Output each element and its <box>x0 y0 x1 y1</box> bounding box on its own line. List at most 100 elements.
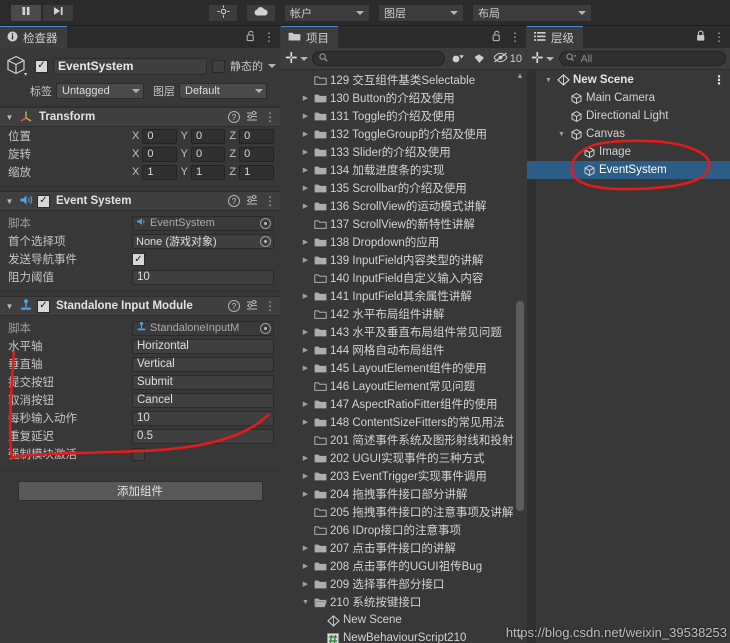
project-tree-row[interactable]: ▶ 139 InputField内容类型的讲解 <box>281 251 526 269</box>
expand-arrow-icon[interactable]: ▶ <box>300 454 311 462</box>
project-tree-row[interactable]: ▶ 202 UGUI实现事件的三种方式 <box>281 449 526 467</box>
scale-z-input[interactable]: 1 <box>239 164 275 180</box>
tab-project[interactable]: 项目 <box>281 26 338 48</box>
project-tree-row[interactable]: ▶ 133 Slider的介绍及使用 <box>281 143 526 161</box>
project-tree-row[interactable]: ▶ 209 选择事件部分接口 <box>281 575 526 593</box>
component-enabled-checkbox[interactable]: ✓ <box>37 299 50 313</box>
foldout-arrow-icon[interactable]: ▼ <box>4 113 15 122</box>
kebab-menu-icon[interactable]: ⋮ <box>713 31 725 43</box>
expand-arrow-icon[interactable]: ▶ <box>300 580 311 588</box>
rotation-y-input[interactable]: 0 <box>191 146 226 162</box>
project-tree-row[interactable]: ▶ 141 InputField其余属性讲解 <box>281 287 526 305</box>
project-tree-row[interactable]: ▶ 134 加载进度条的实现 <box>281 161 526 179</box>
cancel-button-input[interactable]: Cancel <box>132 392 274 408</box>
project-tree-row[interactable]: ▶ 148 ContentSizeFitters的常见用法 <box>281 413 526 431</box>
preset-icon[interactable] <box>246 110 258 125</box>
expand-arrow-icon[interactable]: ▶ <box>300 238 311 246</box>
repeat-delay-input[interactable]: 0.5 <box>132 428 274 444</box>
expand-arrow-icon[interactable]: ▶ <box>300 94 311 102</box>
expand-arrow-icon[interactable]: ▶ <box>300 112 311 120</box>
foldout-arrow-icon[interactable]: ▼ <box>4 302 15 311</box>
collapse-arrow-icon[interactable]: ▼ <box>543 77 554 84</box>
project-tree-row[interactable]: New Scene <box>281 611 526 629</box>
create-asset-button[interactable]: ✛ <box>285 51 308 66</box>
component-header-event-system[interactable]: ▼ ✓ Event System ? ⋮ <box>0 191 280 211</box>
lock-open-icon[interactable] <box>492 30 502 45</box>
kebab-menu-icon[interactable]: ⋮ <box>509 31 521 43</box>
add-component-button[interactable]: 添加组件 <box>17 481 263 501</box>
kebab-menu-icon[interactable]: ⋮ <box>264 300 276 312</box>
kebab-menu-icon[interactable]: ⋮ <box>713 74 725 86</box>
expand-arrow-icon[interactable]: ▶ <box>300 364 311 372</box>
project-asset-tree[interactable]: 129 交互组件基类Selectable ▶ 130 Button的介绍及使用 ▶ 13… <box>281 70 526 643</box>
project-tree-row[interactable]: ▶ 138 Dropdown的应用 <box>281 233 526 251</box>
hidden-assets-toggle[interactable]: 10 <box>493 52 522 66</box>
static-dropdown-chevron-icon[interactable] <box>268 64 276 68</box>
kebab-menu-icon[interactable]: ⋮ <box>264 195 276 207</box>
hierarchy-row[interactable]: Directional Light <box>527 107 730 125</box>
project-tree-row[interactable]: 137 ScrollView的新特性讲解 <box>281 215 526 233</box>
help-icon[interactable]: ? <box>228 300 240 312</box>
account-dropdown[interactable]: 帐户 <box>284 3 370 22</box>
force-module-active-checkbox[interactable] <box>132 447 145 461</box>
project-tree-row[interactable]: 129 交互组件基类Selectable <box>281 71 526 89</box>
expand-arrow-icon[interactable]: ▶ <box>300 346 311 354</box>
gameobject-enabled-checkbox[interactable]: ✓ <box>35 59 48 73</box>
lighting-button[interactable] <box>208 3 238 22</box>
scale-x-input[interactable]: 1 <box>142 164 177 180</box>
send-navigation-events-checkbox[interactable]: ✓ <box>132 252 145 266</box>
lock-open-icon[interactable] <box>246 30 256 45</box>
project-tree-row[interactable]: ▶ 132 ToggleGroup的介绍及使用 <box>281 125 526 143</box>
project-tree-row[interactable]: ▶ 204 拖拽事件接口部分讲解 <box>281 485 526 503</box>
pause-button[interactable] <box>10 3 42 22</box>
foldout-arrow-icon[interactable]: ▼ <box>4 197 15 206</box>
submit-button-input[interactable]: Submit <box>132 374 274 390</box>
expand-arrow-icon[interactable]: ▶ <box>300 148 311 156</box>
project-tree-row[interactable]: ▶ 136 ScrollView的运动模式讲解 <box>281 197 526 215</box>
hierarchy-row[interactable]: ▼ Canvas <box>527 125 730 143</box>
drag-threshold-input[interactable]: 10 <box>132 269 274 285</box>
project-tree-row[interactable]: 146 LayoutElement常见问题 <box>281 377 526 395</box>
expand-arrow-icon[interactable]: ▶ <box>300 130 311 138</box>
project-scrollbar[interactable]: ▲ ▼ <box>515 72 525 641</box>
project-tree-row[interactable]: 205 拖拽事件接口的注意事项及讲解 <box>281 503 526 521</box>
collapse-arrow-icon[interactable]: ▼ <box>556 131 567 138</box>
tag-dropdown[interactable]: Untagged <box>56 83 144 99</box>
object-picker-icon[interactable] <box>260 217 271 229</box>
project-tree-row[interactable]: ▶ 203 EventTrigger实现事件调用 <box>281 467 526 485</box>
expand-arrow-icon[interactable]: ▶ <box>300 256 311 264</box>
object-picker-icon[interactable] <box>260 322 271 334</box>
expand-arrow-icon[interactable]: ▶ <box>300 292 311 300</box>
lock-closed-icon[interactable] <box>696 30 706 45</box>
project-tree-row[interactable]: ▶ 147 AspectRatioFitter组件的使用 <box>281 395 526 413</box>
hierarchy-row-selected[interactable]: EventSystem <box>527 161 730 179</box>
expand-arrow-icon[interactable]: ▶ <box>300 472 311 480</box>
expand-arrow-icon[interactable]: ▶ <box>300 328 311 336</box>
vertical-axis-input[interactable]: Vertical <box>132 356 274 372</box>
project-tree-row[interactable]: ▶ 131 Toggle的介绍及使用 <box>281 107 526 125</box>
project-tree-row[interactable]: ▶ 207 点击事件接口的讲解 <box>281 539 526 557</box>
position-z-input[interactable]: 0 <box>239 128 275 144</box>
expand-arrow-icon[interactable]: ▶ <box>300 418 311 426</box>
expand-arrow-icon[interactable]: ▶ <box>300 166 311 174</box>
object-picker-icon[interactable] <box>260 235 271 247</box>
project-tree-row[interactable]: ▶ 143 水平及垂直布局组件常见问题 <box>281 323 526 341</box>
input-actions-per-second-input[interactable]: 10 <box>132 410 274 426</box>
kebab-menu-icon[interactable]: ⋮ <box>264 111 276 123</box>
static-checkbox[interactable] <box>212 59 225 73</box>
project-tree-row[interactable]: ▼ 210 系统按键接口 <box>281 593 526 611</box>
filter-type-icon[interactable] <box>449 53 467 65</box>
position-x-input[interactable]: 0 <box>142 128 177 144</box>
scale-y-input[interactable]: 1 <box>191 164 226 180</box>
hierarchy-row[interactable]: ▼ New Scene ⋮ <box>527 71 730 89</box>
project-tree-row[interactable]: 142 水平布局组件讲解 <box>281 305 526 323</box>
hierarchy-search-input[interactable]: All <box>558 51 726 66</box>
create-gameobject-button[interactable]: ✛ <box>531 51 554 66</box>
expand-arrow-icon[interactable]: ▶ <box>300 544 311 552</box>
component-header-standalone-input-module[interactable]: ▼ ✓ Standalone Input Module ? ⋮ <box>0 296 280 316</box>
position-y-input[interactable]: 0 <box>191 128 226 144</box>
help-icon[interactable]: ? <box>228 195 240 207</box>
hierarchy-tree[interactable]: ▼ New Scene ⋮ Main Camera Directional Ligh… <box>527 70 730 643</box>
rotation-z-input[interactable]: 0 <box>239 146 275 162</box>
gameobject-name-field[interactable]: EventSystem <box>53 57 207 75</box>
